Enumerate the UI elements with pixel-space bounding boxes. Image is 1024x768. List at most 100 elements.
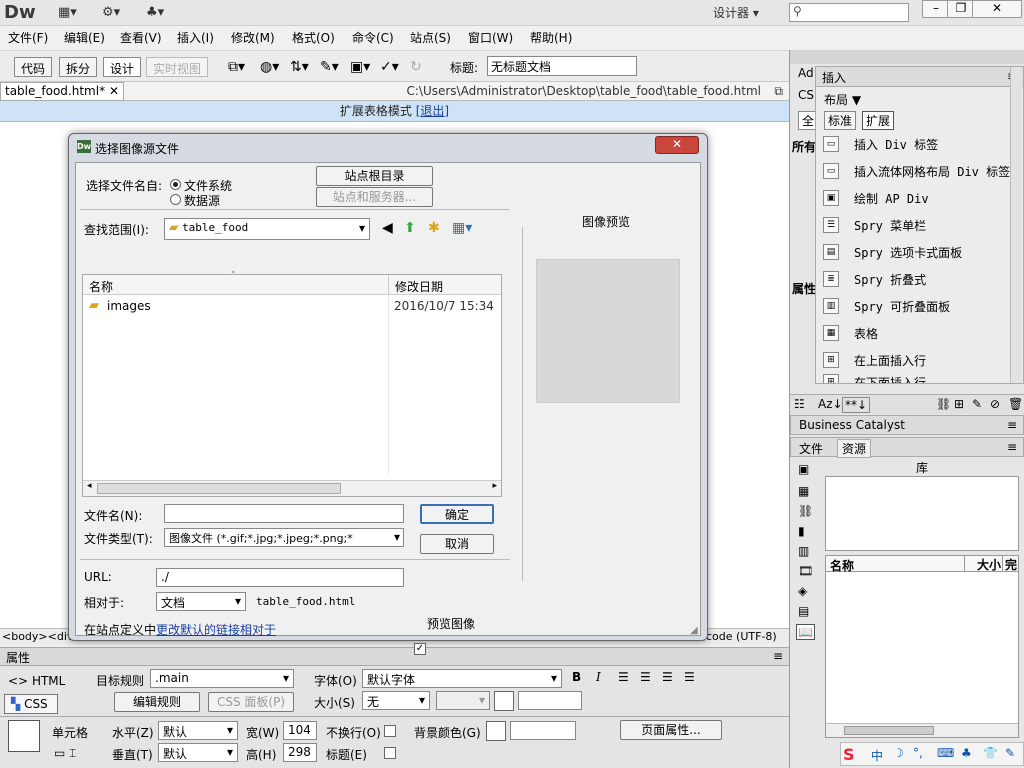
gear-icon[interactable]: ⚙▾ xyxy=(102,5,120,21)
scroll-thumb[interactable] xyxy=(97,483,341,494)
tab-close-icon[interactable]: ✕ xyxy=(109,84,119,98)
menu-window[interactable]: 窗口(W) xyxy=(468,29,513,46)
horizontal-align-select[interactable]: 默认 ▾ xyxy=(158,721,238,740)
maximize-button[interactable]: ❐ xyxy=(947,0,975,18)
header-checkbox[interactable] xyxy=(384,747,396,759)
disable-icon[interactable]: ⊘ xyxy=(990,397,1000,411)
restore-doc-icon[interactable]: ⧉ xyxy=(774,82,783,100)
library-assets-icon[interactable]: 📖 xyxy=(796,624,815,640)
target-rule-select[interactable]: .main ▾ xyxy=(150,669,294,688)
spry-menubar-item[interactable]: ☰ Spry 菜单栏 xyxy=(820,214,1020,238)
file-list[interactable]: 名称 ˄ 修改日期 ▰ images 2016/10/7 15:34 ◂ ▸ xyxy=(82,271,502,497)
col-name-header[interactable]: 名称 xyxy=(830,557,854,574)
url-input[interactable]: ./ xyxy=(156,568,404,587)
col-full-header[interactable]: 完 xyxy=(1002,556,1017,572)
tab-ad[interactable]: Ad xyxy=(798,66,814,80)
table-item[interactable]: ▦ 表格 xyxy=(820,322,1020,346)
shockwave-assets-icon[interactable]: ▥ xyxy=(798,544,809,558)
code-view-button[interactable]: 代码 xyxy=(14,57,53,77)
spry-tabbed-panels-item[interactable]: ▤ Spry 选项卡式面板 xyxy=(820,241,1020,265)
multiscreen-icon[interactable]: ⧉▾ xyxy=(228,59,245,75)
css-mode-button[interactable]: ▚ CSS xyxy=(4,694,58,714)
page-properties-button[interactable]: 页面属性... xyxy=(620,720,722,740)
bgcolor-swatch[interactable] xyxy=(486,721,506,741)
insert-row-below-item[interactable]: ⊞ 在下面插入行 xyxy=(820,371,1020,383)
skin-icon[interactable]: ♣ xyxy=(961,746,972,760)
insert-scrollbar[interactable] xyxy=(1010,67,1022,383)
filetype-select[interactable]: 图像文件 (*.gif;*.jpg;*.jpeg;*.png;* ▾ xyxy=(164,528,404,547)
new-folder-icon[interactable]: ✱ xyxy=(428,220,440,236)
menu-insert[interactable]: 插入(I) xyxy=(177,29,214,46)
flash-assets-icon[interactable]: ▮ xyxy=(798,524,805,538)
edit-style-icon[interactable]: ✎ xyxy=(972,397,982,411)
change-default-link[interactable]: 更改默认的链接相对于 xyxy=(156,623,276,637)
size-select[interactable]: 无 ▾ xyxy=(362,691,430,710)
panel-menu-icon[interactable]: ≡ xyxy=(773,649,783,663)
datasource-radio[interactable] xyxy=(170,194,181,205)
urls-assets-icon[interactable]: ⛓ xyxy=(798,504,813,518)
tab-files[interactable]: 文件 xyxy=(799,440,823,457)
live-view-button[interactable]: 实时视图 xyxy=(146,57,209,77)
menu-help[interactable]: 帮助(H) xyxy=(530,29,572,46)
up-folder-icon[interactable]: ⬆ xyxy=(404,220,416,236)
category-select[interactable]: 布局 ▼ xyxy=(824,91,861,108)
col-size-header[interactable]: 大小 xyxy=(964,556,1001,572)
sogou-ime-icon[interactable]: S xyxy=(843,745,855,764)
minimize-button[interactable]: – xyxy=(922,0,950,18)
menu-view[interactable]: 查看(V) xyxy=(120,29,162,46)
menu-modify[interactable]: 修改(M) xyxy=(231,29,275,46)
scroll-left-icon[interactable]: ◂ xyxy=(87,481,92,491)
workspace-switcher[interactable]: 设计器 ▾ xyxy=(713,4,759,21)
spry-collapsible-item[interactable]: ▥ Spry 可折叠面板 xyxy=(820,295,1020,319)
images-assets-icon[interactable]: ▣ xyxy=(798,462,809,476)
italic-button[interactable]: I xyxy=(596,670,601,684)
tab-assets[interactable]: 资源 xyxy=(837,439,872,458)
mode-expand-button[interactable]: 扩展 xyxy=(862,111,895,130)
menu-site[interactable]: 站点(S) xyxy=(410,29,451,46)
view-menu-icon[interactable]: ▦▾ xyxy=(452,220,472,236)
draw-ap-div-item[interactable]: ▣ 绘制 AP Div xyxy=(820,187,1020,211)
punct-icon[interactable]: °, xyxy=(913,746,923,760)
back-icon[interactable]: ◀ xyxy=(382,220,393,236)
tag-selector[interactable]: <body><div xyxy=(2,630,73,643)
templates-assets-icon[interactable]: ▤ xyxy=(798,604,809,618)
panel-menu-icon[interactable]: ≡ xyxy=(1007,440,1017,454)
show-set-icon[interactable]: **↓ xyxy=(842,397,871,413)
check-page-icon[interactable]: ✓▾ xyxy=(380,59,399,75)
bold-button[interactable]: B xyxy=(572,670,581,684)
font-color-swatch[interactable] xyxy=(494,691,514,711)
tab-css[interactable]: CS xyxy=(798,88,814,102)
resize-grip-icon[interactable]: ◢ xyxy=(690,625,698,636)
new-rule-icon[interactable]: ⊞ xyxy=(954,397,964,411)
datasource-label[interactable]: 数据源 xyxy=(184,192,220,209)
width-input[interactable]: 104 xyxy=(283,721,317,740)
scripts-assets-icon[interactable]: ◈ xyxy=(798,584,807,598)
scroll-right-icon[interactable]: ▸ xyxy=(492,481,497,491)
bc-title[interactable]: Business Catalyst xyxy=(799,418,905,432)
nowrap-checkbox[interactable] xyxy=(384,725,396,737)
html-mode-button[interactable]: <> HTML xyxy=(8,674,65,688)
shirt-icon[interactable]: 👕 xyxy=(983,746,998,760)
search-input[interactable]: ⚲ xyxy=(789,3,909,22)
lookin-select[interactable]: ▰ table_food ▾ xyxy=(164,218,370,240)
show-category-icon[interactable]: ☷ xyxy=(794,397,805,411)
library-list[interactable]: 名称 大小 完 xyxy=(825,555,1019,738)
moon-icon[interactable]: ☽ xyxy=(893,746,904,760)
align-center-icon[interactable]: ☰ xyxy=(640,670,651,684)
menu-edit[interactable]: 编辑(E) xyxy=(64,29,105,46)
file-manage-icon[interactable]: ⇅▾ xyxy=(290,59,309,75)
vertical-align-select[interactable]: 默认 ▾ xyxy=(158,743,238,762)
cancel-button[interactable]: 取消 xyxy=(420,534,494,554)
inspect-icon[interactable]: ✎▾ xyxy=(320,59,339,75)
col-name-header[interactable]: 名称 xyxy=(89,278,113,295)
document-tab[interactable]: table_food.html* ✕ xyxy=(0,82,124,101)
menu-format[interactable]: 格式(O) xyxy=(292,29,335,46)
merge-cells-icon[interactable]: ▭ ⌶ xyxy=(54,746,76,761)
design-view-button[interactable]: 设计 xyxy=(103,57,142,77)
ime-lang[interactable]: 中 xyxy=(871,747,883,764)
panel-menu-icon[interactable]: ≡ xyxy=(1007,418,1017,432)
edit-rule-button[interactable]: 编辑规则 xyxy=(114,692,200,712)
relative-select[interactable]: 文档 ▾ xyxy=(156,592,246,611)
tab-insert[interactable]: 插入 xyxy=(822,69,846,86)
exit-expanded-mode-link[interactable]: [退出] xyxy=(416,104,449,118)
